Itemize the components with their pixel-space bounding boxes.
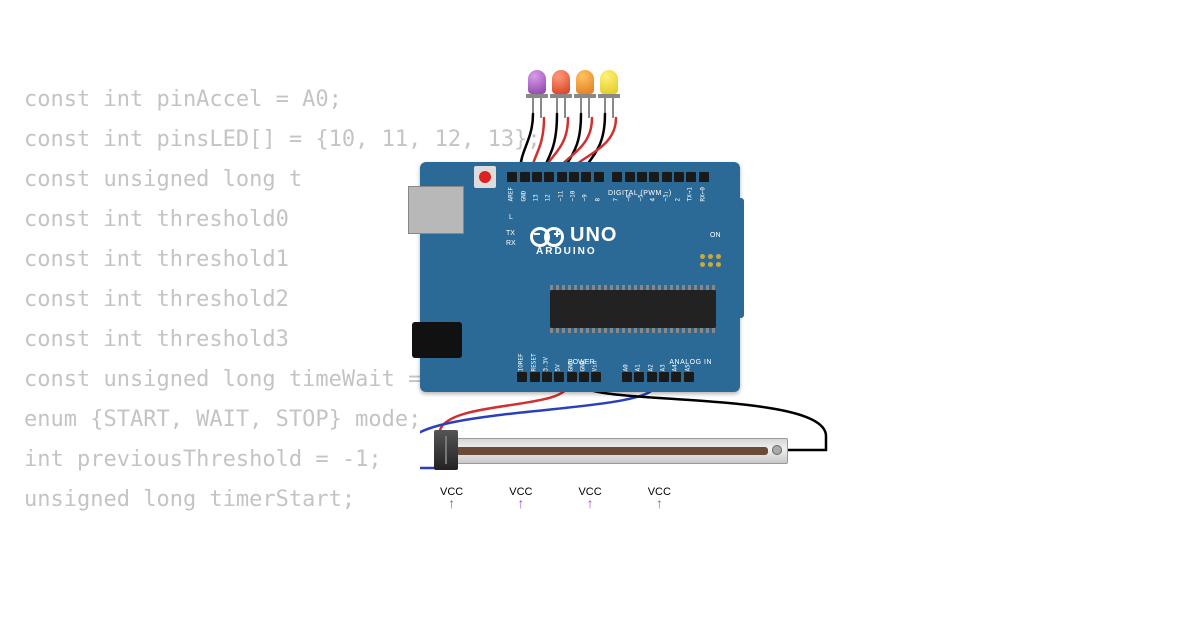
circuit-diagram: AREF GND 13 12 ~11 ~10 ~9 8 7 ~6 ~5 4 ~3… [420,70,890,600]
analog-section-label: ANALOG IN [669,359,712,366]
arduino-uno-board: AREF GND 13 12 ~11 ~10 ~9 8 7 ~6 ~5 4 ~3… [420,162,740,392]
arrow-up-icon: ↑ [517,498,524,508]
atmega-chip-icon [550,290,716,328]
power-section-label: POWER [568,359,594,366]
led-orange [576,70,594,98]
bottom-pin-header: IOREF RESET 3.3V 5V GND GND Vin A0 A1 A2… [516,370,695,384]
led-purple [528,70,546,98]
led-on-label: ON [710,232,721,239]
power-jack-icon [412,322,462,358]
icsp-pads-icon [700,254,722,276]
led-tx-label: TX [506,230,515,237]
model-label: UNO [570,224,617,247]
arrow-up-icon: ↑ [448,498,455,508]
slide-potentiometer[interactable] [420,430,788,470]
reset-button[interactable] [474,166,496,188]
arrow-up-icon: ↑ [587,498,594,508]
led-l-label: L [509,214,513,221]
arduino-logo: UNO [530,224,617,247]
infinity-icon [530,227,564,245]
arrow-up-icon: ↑ [656,498,663,508]
brand-label: ARDUINO [536,246,597,257]
led-yellow [600,70,618,98]
usb-port-icon [408,186,464,234]
digital-pin-header: AREF GND 13 12 ~11 ~10 ~9 8 7 ~6 ~5 4 ~3… [506,170,710,184]
slider-knob[interactable] [434,430,458,470]
digital-section-label: DIGITAL (PWM ~) [608,190,672,197]
vcc-markers: VCC↑ VCC↑ VCC↑ VCC↑ [440,486,671,508]
led-rx-label: RX [506,240,516,247]
led-red [552,70,570,98]
